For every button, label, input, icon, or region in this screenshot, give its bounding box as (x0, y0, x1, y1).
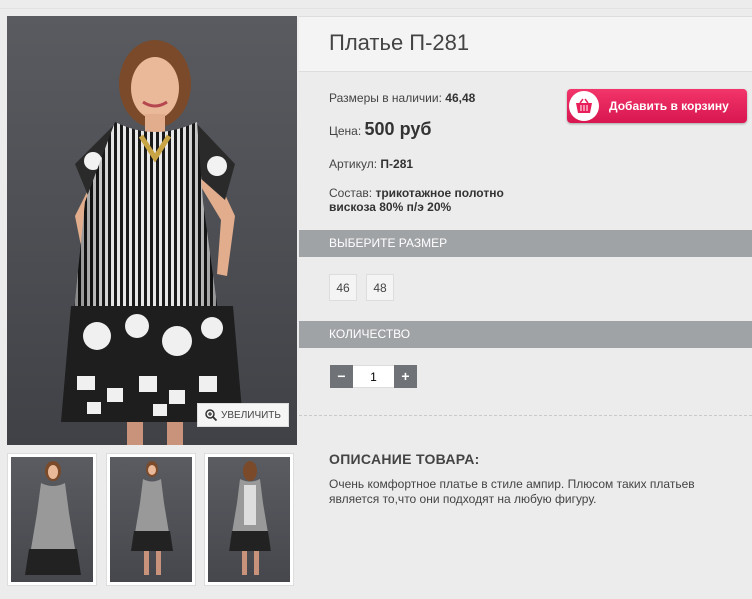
thumbnail-image-back (229, 461, 271, 575)
dress-model-image (61, 40, 243, 445)
zoom-in-icon (205, 409, 218, 421)
sku-label: Артикул: (329, 157, 378, 171)
price-value: 500 руб (364, 119, 432, 139)
sizes-available: Размеры в наличии: 46,48 (329, 91, 475, 105)
size-section-heading: ВЫБЕРИТЕ РАЗМЕР (299, 230, 752, 257)
composition-line2: вискоза 80% п/э 20% (329, 200, 452, 214)
price: Цена: 500 руб (329, 119, 431, 140)
top-border (0, 0, 752, 9)
sizes-available-label: Размеры в наличии: (329, 91, 442, 105)
quantity-decrease-button[interactable]: − (330, 365, 353, 388)
composition: Состав: трикотажное полотно вискоза 80% … (329, 186, 504, 214)
composition-label: Состав: (329, 186, 373, 200)
basket-icon (576, 98, 592, 113)
thumbnail-image-full (131, 461, 173, 575)
size-option-46[interactable]: 46 (329, 274, 357, 301)
thumbnail-image-front (25, 461, 81, 575)
size-option-48[interactable]: 48 (366, 274, 394, 301)
section-divider (299, 415, 752, 416)
quantity-stepper: − + (330, 365, 417, 388)
product-title-box: Платье П-281 (299, 16, 752, 72)
description-heading: ОПИСАНИЕ ТОВАРА: (329, 451, 480, 467)
quantity-section-heading: КОЛИЧЕСТВО (299, 321, 752, 348)
description-text: Очень комфортное платье в стиле ампир. П… (329, 477, 695, 506)
thumbnail-1[interactable] (7, 453, 97, 586)
zoom-button[interactable]: УВЕЛИЧИТЬ (197, 403, 289, 427)
product-main-photo[interactable]: УВЕЛИЧИТЬ (7, 16, 297, 445)
add-to-cart-button[interactable]: Добавить в корзину (567, 89, 747, 123)
product-title: Платье П-281 (329, 30, 470, 55)
composition-line1: трикотажное полотно (375, 186, 504, 200)
price-label: Цена: (329, 124, 362, 138)
sizes-available-value: 46,48 (445, 91, 476, 105)
thumbnail-strip (7, 453, 297, 588)
sku: Артикул: П-281 (329, 157, 413, 171)
thumbnail-2[interactable] (106, 453, 196, 586)
thumbnail-3[interactable] (204, 453, 294, 586)
basket-icon-circle (569, 91, 599, 121)
add-to-cart-label: Добавить в корзину (609, 99, 729, 113)
zoom-label: УВЕЛИЧИТЬ (221, 409, 281, 421)
sku-value: П-281 (380, 157, 414, 171)
quantity-input[interactable] (353, 365, 394, 388)
quantity-increase-button[interactable]: + (394, 365, 417, 388)
